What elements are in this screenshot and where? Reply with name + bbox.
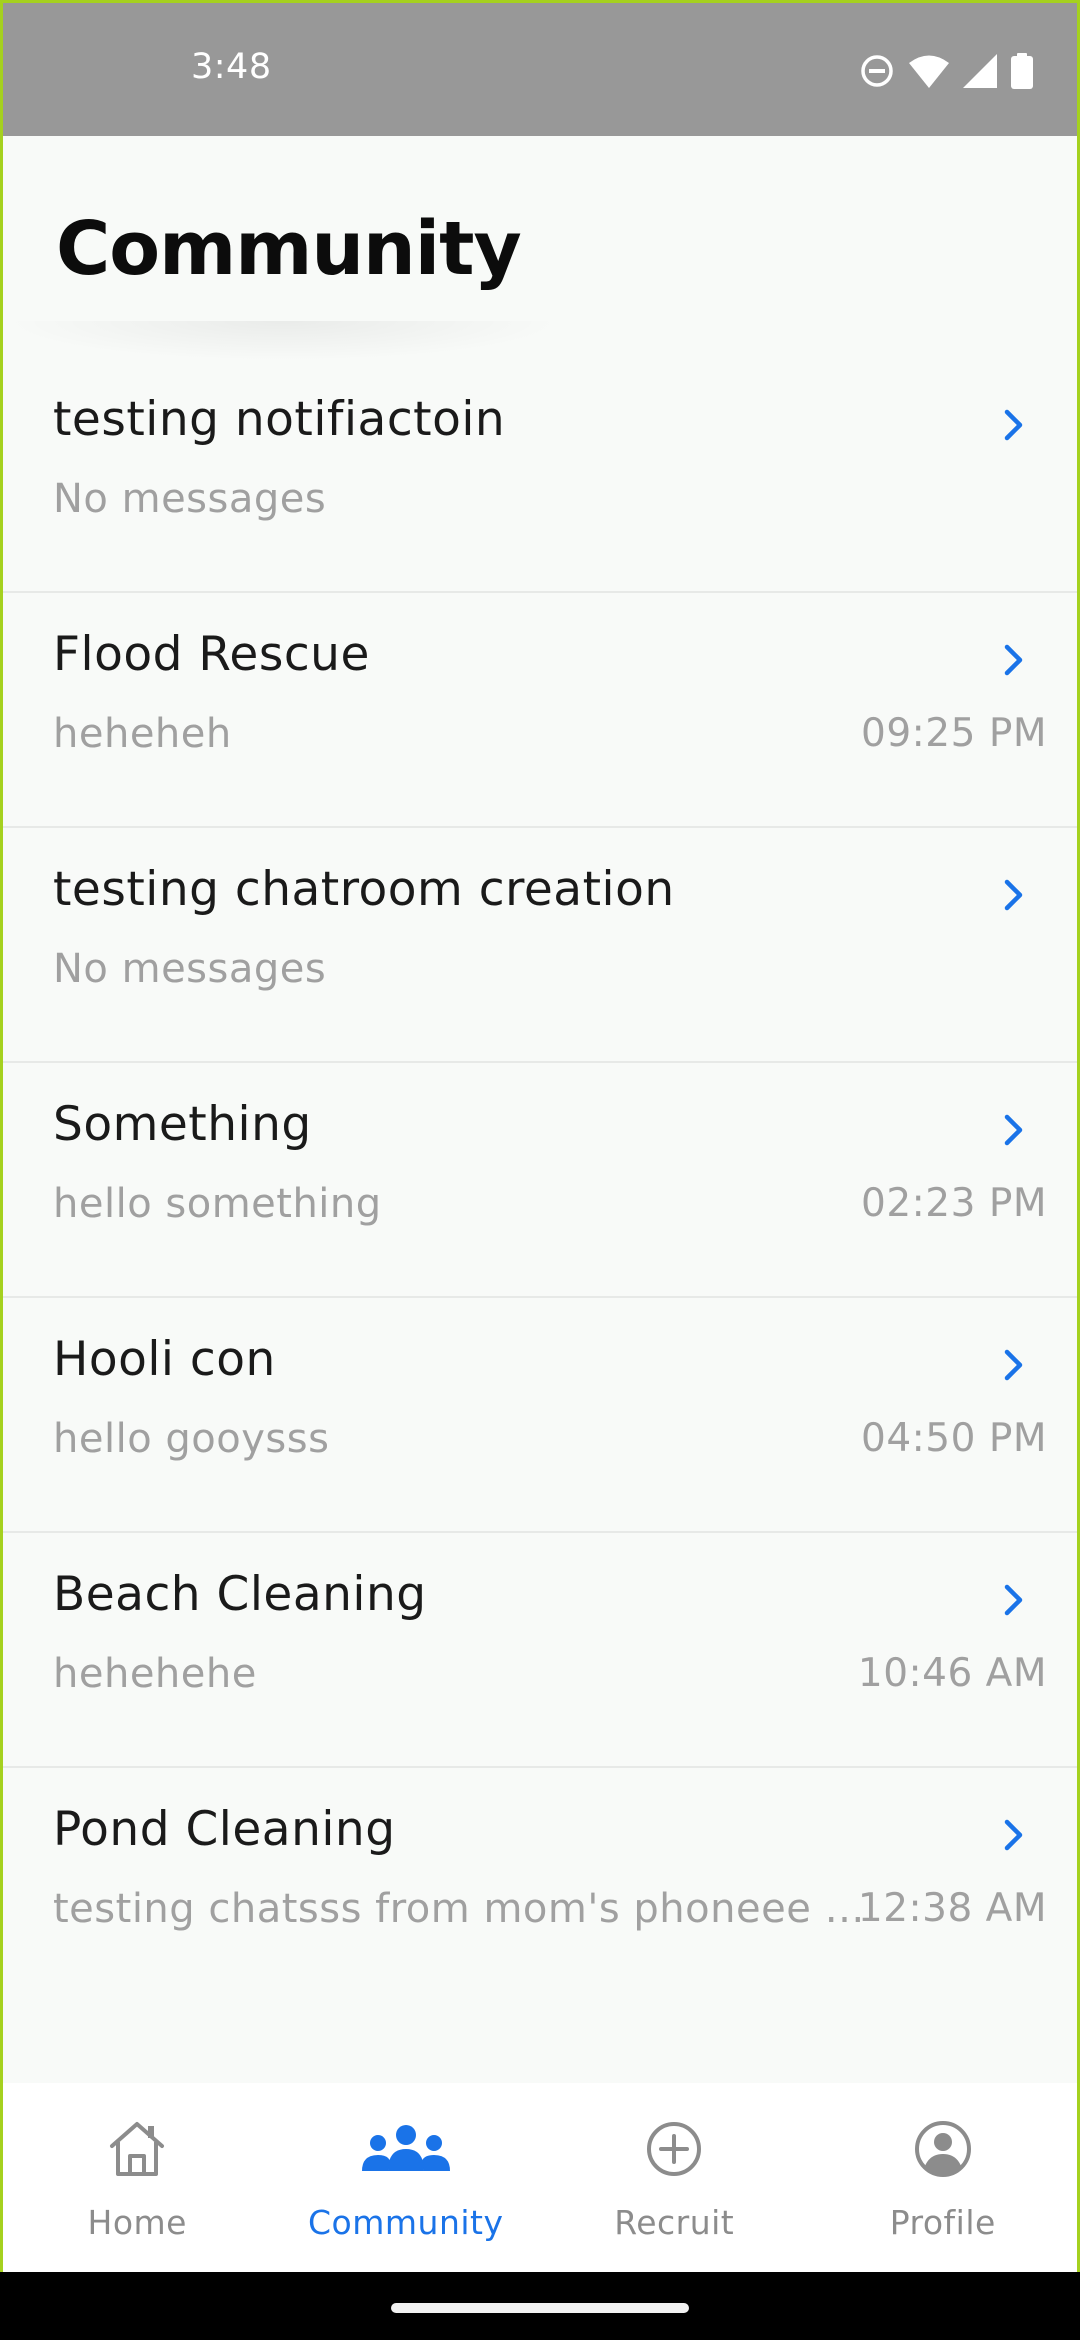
cell-signal-icon (963, 54, 997, 88)
chat-row-beach-cleaning[interactable]: Beach Cleaning hehehehe 10:46 AM (3, 1533, 1077, 1768)
page-title: Community (56, 206, 522, 292)
profile-icon (912, 2113, 974, 2185)
chevron-right-icon (1004, 644, 1023, 676)
nav-profile[interactable]: Profile (809, 2083, 1078, 2272)
chevron-right-icon (1004, 1114, 1023, 1146)
chevron-right-icon (1004, 1819, 1023, 1851)
nav-community-label: Community (308, 2203, 504, 2242)
status-time: 3:48 (191, 47, 272, 87)
chat-last-message: hello gooysss (53, 1416, 330, 1462)
chat-last-message: hehehehe (53, 1651, 257, 1697)
chat-name: Hooli con (53, 1332, 276, 1387)
chat-time: 04:50 PM (861, 1416, 1047, 1461)
header-divider-shadow (3, 321, 563, 361)
chat-row-testing-notifiactoin[interactable]: testing notifiactoin No messages (3, 358, 1077, 593)
chat-last-message: hello something (53, 1181, 382, 1227)
home-icon (104, 2113, 170, 2185)
chat-row-flood-rescue[interactable]: Flood Rescue heheheh 09:25 PM (3, 593, 1077, 828)
do-not-disturb-icon (859, 53, 895, 89)
chevron-right-icon (1004, 1349, 1023, 1381)
battery-icon (1011, 53, 1033, 89)
chat-last-message: testing chatsss from mom's phoneee yay (53, 1886, 868, 1932)
chevron-right-icon (1004, 409, 1023, 441)
chat-name: Beach Cleaning (53, 1567, 427, 1622)
chat-last-message: No messages (53, 476, 327, 522)
chat-time: 09:25 PM (861, 711, 1047, 756)
nav-profile-label: Profile (889, 2203, 996, 2242)
chat-last-message: No messages (53, 946, 327, 992)
nav-recruit[interactable]: Recruit (540, 2083, 809, 2272)
app-screen: 3:48 Community testing notifiactoin No m… (0, 0, 1080, 2272)
chat-name: testing chatroom creation (53, 862, 675, 917)
chat-name: Flood Rescue (53, 627, 370, 682)
chat-name: testing notifiactoin (53, 392, 506, 447)
chat-last-message: heheheh (53, 711, 232, 757)
add-circle-icon (644, 2113, 704, 2185)
bottom-navigation: Home Community Recruit Profile (3, 2083, 1077, 2272)
nav-recruit-label: Recruit (614, 2203, 735, 2242)
chat-time: 10:46 AM (857, 1651, 1047, 1696)
chat-row-testing-chatroom-creation[interactable]: testing chatroom creation No messages (3, 828, 1077, 1063)
chat-time: 12:38 AM (857, 1886, 1047, 1931)
chat-list: testing notifiactoin No messages Flood R… (3, 358, 1077, 2001)
chevron-right-icon (1004, 1584, 1023, 1616)
home-gesture-handle[interactable] (391, 2303, 689, 2313)
nav-home[interactable]: Home (3, 2083, 272, 2272)
chat-name: Pond Cleaning (53, 1802, 396, 1857)
chat-row-pond-cleaning[interactable]: Pond Cleaning testing chatsss from mom's… (3, 1768, 1077, 2001)
nav-home-label: Home (87, 2203, 187, 2242)
chat-row-hooli-con[interactable]: Hooli con hello gooysss 04:50 PM (3, 1298, 1077, 1533)
chat-time: 02:23 PM (861, 1181, 1047, 1226)
status-bar: 3:48 (3, 3, 1077, 136)
chat-row-something[interactable]: Something hello something 02:23 PM (3, 1063, 1077, 1298)
status-icons (859, 51, 1033, 91)
wifi-icon (909, 54, 949, 88)
community-icon (358, 2113, 454, 2185)
system-gesture-bar (0, 2272, 1080, 2340)
nav-community[interactable]: Community (272, 2083, 541, 2272)
chevron-right-icon (1004, 879, 1023, 911)
chat-name: Something (53, 1097, 312, 1152)
